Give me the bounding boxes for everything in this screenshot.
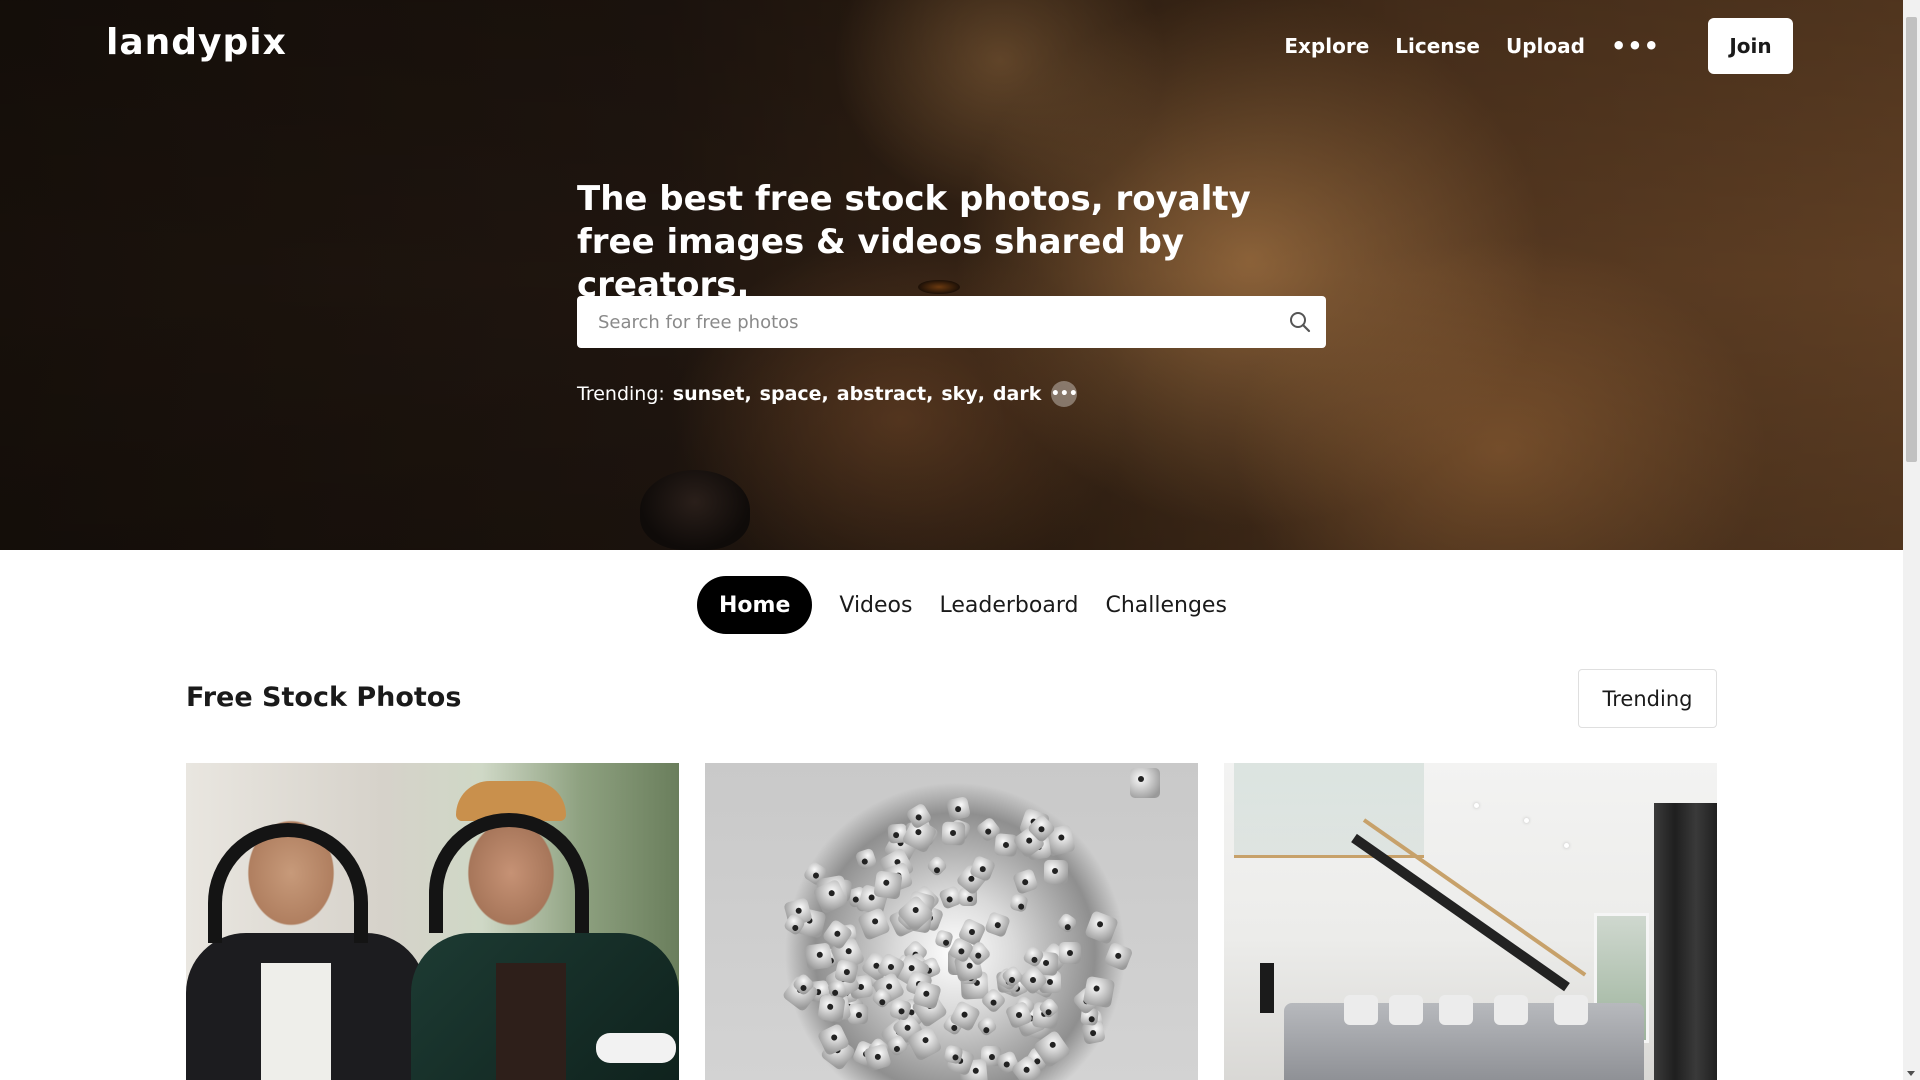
- join-button[interactable]: Join: [1708, 18, 1793, 74]
- photo-shape: [854, 847, 878, 871]
- photo-shape: [984, 910, 1012, 938]
- trending-searches: Trending: sunset, space, abstract, sky, …: [577, 381, 1078, 407]
- photo-shape: [261, 963, 331, 1080]
- tab-leaderboard[interactable]: Leaderboard: [939, 593, 1078, 618]
- scrollbar-thumb[interactable]: [1906, 17, 1917, 462]
- photo-shape: [872, 870, 903, 900]
- trending-tag-dark[interactable]: dark: [993, 383, 1041, 405]
- trending-separator: ,: [977, 383, 985, 405]
- photo-abstract-cubes[interactable]: [705, 763, 1198, 1080]
- photo-shape: [1654, 803, 1717, 1080]
- photo-shape: [1043, 859, 1069, 885]
- photo-shape: [1351, 833, 1570, 992]
- trending-tag-sunset[interactable]: sunset: [673, 383, 745, 405]
- photo-shape: [1260, 963, 1274, 1013]
- fox-nose-graphic: [640, 470, 750, 550]
- photo-shape: [1564, 843, 1569, 848]
- search-icon[interactable]: [1274, 296, 1326, 348]
- hero-banner: landypix Explore License Upload ••• Join…: [0, 0, 1903, 550]
- section-title: Free Stock Photos: [186, 682, 462, 713]
- trending-label: Trending:: [577, 383, 665, 405]
- page-scrollbar[interactable]: [1903, 0, 1920, 1080]
- photo-shape: [926, 854, 949, 878]
- search-input[interactable]: [577, 296, 1274, 348]
- trending-tag-space[interactable]: space: [760, 383, 822, 405]
- site-logo[interactable]: landypix: [106, 22, 287, 63]
- photo-shape: [1439, 995, 1473, 1025]
- sort-trending-button[interactable]: Trending: [1578, 669, 1717, 728]
- search-bar: [577, 296, 1326, 348]
- top-navigation-bar: landypix Explore License Upload ••• Join: [0, 0, 1903, 92]
- content-tabs: Home Videos Leaderboard Challenges: [697, 576, 1254, 634]
- photo-shape: [1344, 995, 1378, 1025]
- photo-shape: [1059, 942, 1082, 965]
- photo-shape: [1082, 975, 1116, 1008]
- trending-separator: ,: [744, 383, 752, 405]
- photo-gamers[interactable]: [186, 763, 679, 1080]
- photo-shape: [945, 795, 971, 821]
- photo-shape: [1103, 942, 1134, 972]
- photo-shape: [817, 994, 847, 1023]
- nav-explore-link[interactable]: Explore: [1284, 34, 1369, 58]
- tab-challenges[interactable]: Challenges: [1105, 593, 1226, 618]
- more-menu-icon[interactable]: •••: [1611, 32, 1660, 60]
- photo-shape: [1524, 818, 1529, 823]
- scroll-down-arrow-icon[interactable]: [1907, 1071, 1915, 1076]
- photo-shape: [1084, 909, 1120, 945]
- photo-shape: [804, 942, 833, 971]
- photo-shape: [429, 813, 589, 933]
- hero-title: The best free stock photos, royalty free…: [577, 179, 1251, 305]
- photo-shape: [1389, 995, 1423, 1025]
- trending-tag-sky[interactable]: sky: [941, 383, 977, 405]
- trending-separator: ,: [821, 383, 829, 405]
- photo-shape: [496, 963, 566, 1080]
- trending-more-icon[interactable]: •••: [1051, 381, 1078, 407]
- photo-shape: [1474, 803, 1479, 808]
- photo-shape: [856, 907, 891, 942]
- main-nav: Explore License Upload ••• Join: [1284, 18, 1903, 74]
- nav-upload-link[interactable]: Upload: [1506, 34, 1585, 58]
- photo-shape: [1009, 893, 1030, 913]
- photo-shape: [596, 1033, 676, 1063]
- tab-home[interactable]: Home: [697, 576, 813, 634]
- photo-shape: [208, 823, 368, 943]
- photo-shape: [941, 821, 966, 846]
- trending-separator: ,: [926, 383, 934, 405]
- photo-shape: [976, 1014, 999, 1038]
- tab-videos[interactable]: Videos: [839, 593, 912, 618]
- photo-shape: [1055, 911, 1078, 935]
- photo-shape: [1362, 818, 1587, 977]
- photo-interior[interactable]: [1224, 763, 1717, 1080]
- nav-license-link[interactable]: License: [1395, 34, 1480, 58]
- photo-shape: [1554, 995, 1588, 1025]
- photo-shape: [1012, 867, 1040, 895]
- photo-shape: [1130, 768, 1160, 798]
- photo-shape: [1494, 995, 1528, 1025]
- trending-tag-abstract[interactable]: abstract: [837, 383, 926, 405]
